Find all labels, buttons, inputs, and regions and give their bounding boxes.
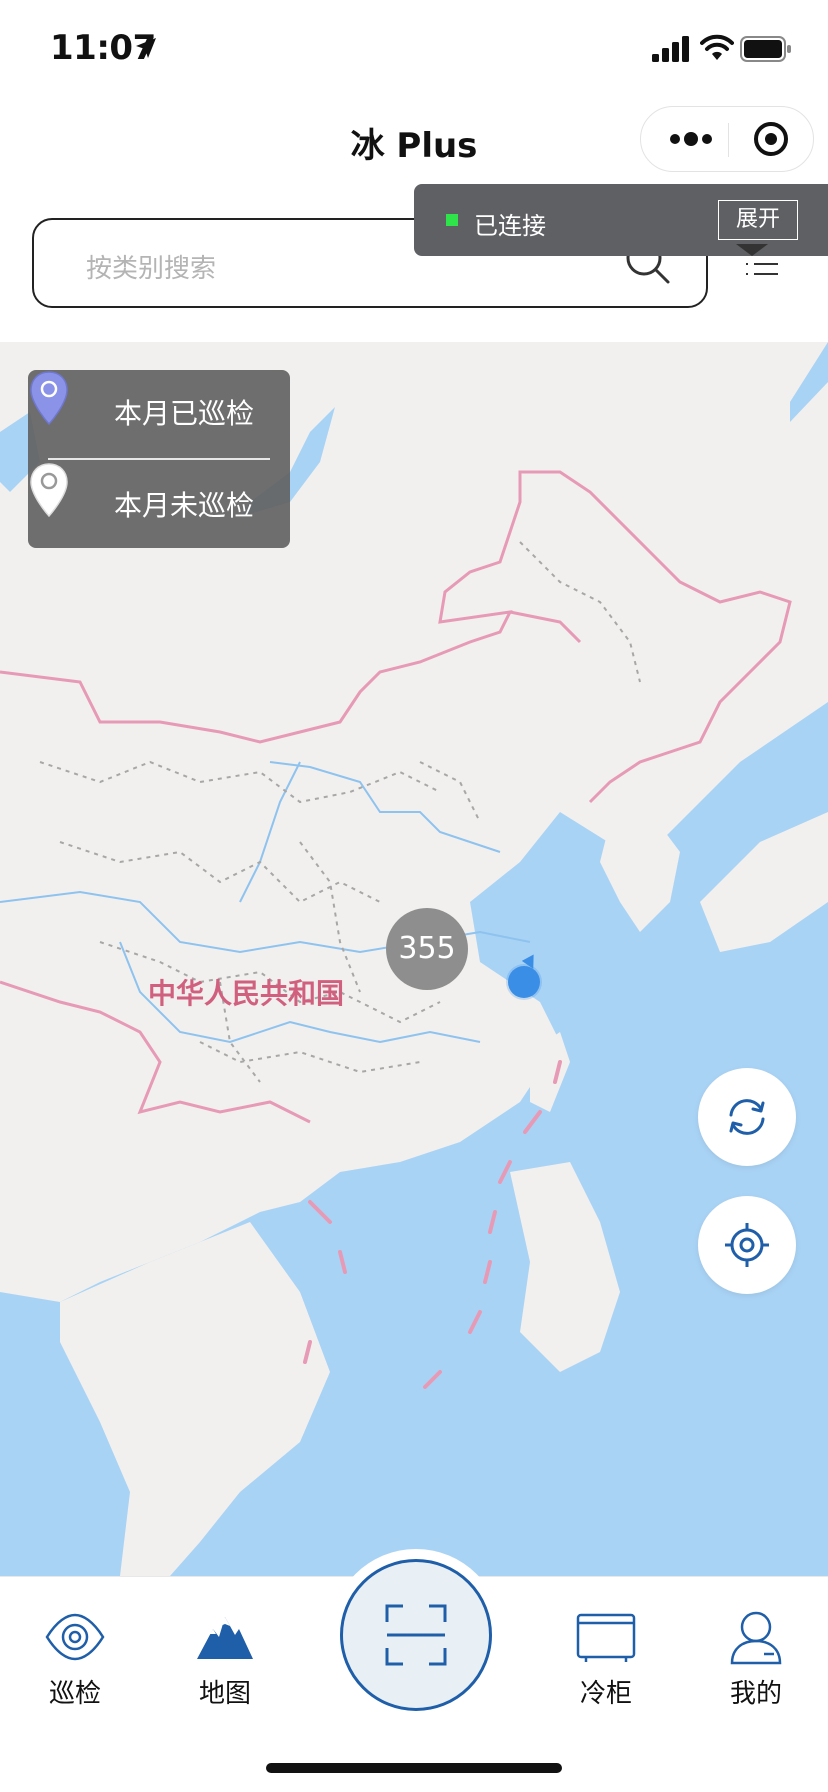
legend-label-not-inspected: 本月未巡检 [114,489,255,522]
crosshair-locate-icon [725,1223,769,1267]
tab-freezer[interactable]: 冷柜 [546,1599,666,1709]
legend-divider [48,458,270,460]
bottom-tab-bar: 巡检 地图 冷柜 我的 [0,1559,828,1792]
user-profile-icon [730,1611,782,1665]
locate-button[interactable] [698,1196,796,1294]
inspection-eye-icon [45,1613,105,1661]
tab-label: 地图 [198,1679,251,1709]
tab-label: 巡检 [48,1679,101,1709]
search-input[interactable]: 按类别搜索 [86,248,216,285]
capsule-divider [728,123,729,157]
expand-button[interactable]: 展开 [718,200,798,240]
freezer-icon [576,1613,636,1662]
legend-inspected: 本月已巡检 [28,370,290,458]
wifi-icon [700,34,734,60]
tab-inspection[interactable]: 巡检 [15,1599,135,1709]
more-icon[interactable] [661,117,721,161]
map-legend: 本月已巡检 本月未巡检 [28,370,290,548]
legend-label-inspected: 本月已巡检 [114,397,255,430]
map-mountain-icon [197,1617,253,1659]
cellular-signal-icon [652,36,689,62]
status-bar: 11:07 [0,0,828,96]
tab-map[interactable]: 地图 [165,1599,285,1709]
legend-not-inspected: 本月未巡检 [28,462,290,550]
refresh-button[interactable] [698,1068,796,1166]
country-label: 中华人民共和国 [148,977,345,1010]
location-arrow-icon [136,38,156,58]
tab-label: 我的 [729,1679,782,1709]
miniprogram-capsule [640,106,814,172]
toast-caret [736,244,768,256]
battery-icon [740,36,791,62]
not-inspected-pin-icon [30,463,68,518]
marker-cluster[interactable]: 355 [386,908,468,990]
scan-button[interactable] [340,1559,492,1711]
map-view[interactable]: 中华人民共和国 355 本月已巡检 本月未巡检 [0,342,828,1576]
inspected-pin-icon [30,371,68,426]
refresh-icon [729,1099,765,1135]
home-indicator [266,1763,562,1773]
tab-label: 冷柜 [579,1679,632,1709]
user-location-dot [508,966,540,998]
close-miniprogram-icon[interactable] [741,117,801,161]
scan-icon [385,1604,447,1666]
tab-profile[interactable]: 我的 [696,1599,816,1709]
connection-indicator [446,214,458,226]
connection-status-text: 已连接 [474,212,546,240]
